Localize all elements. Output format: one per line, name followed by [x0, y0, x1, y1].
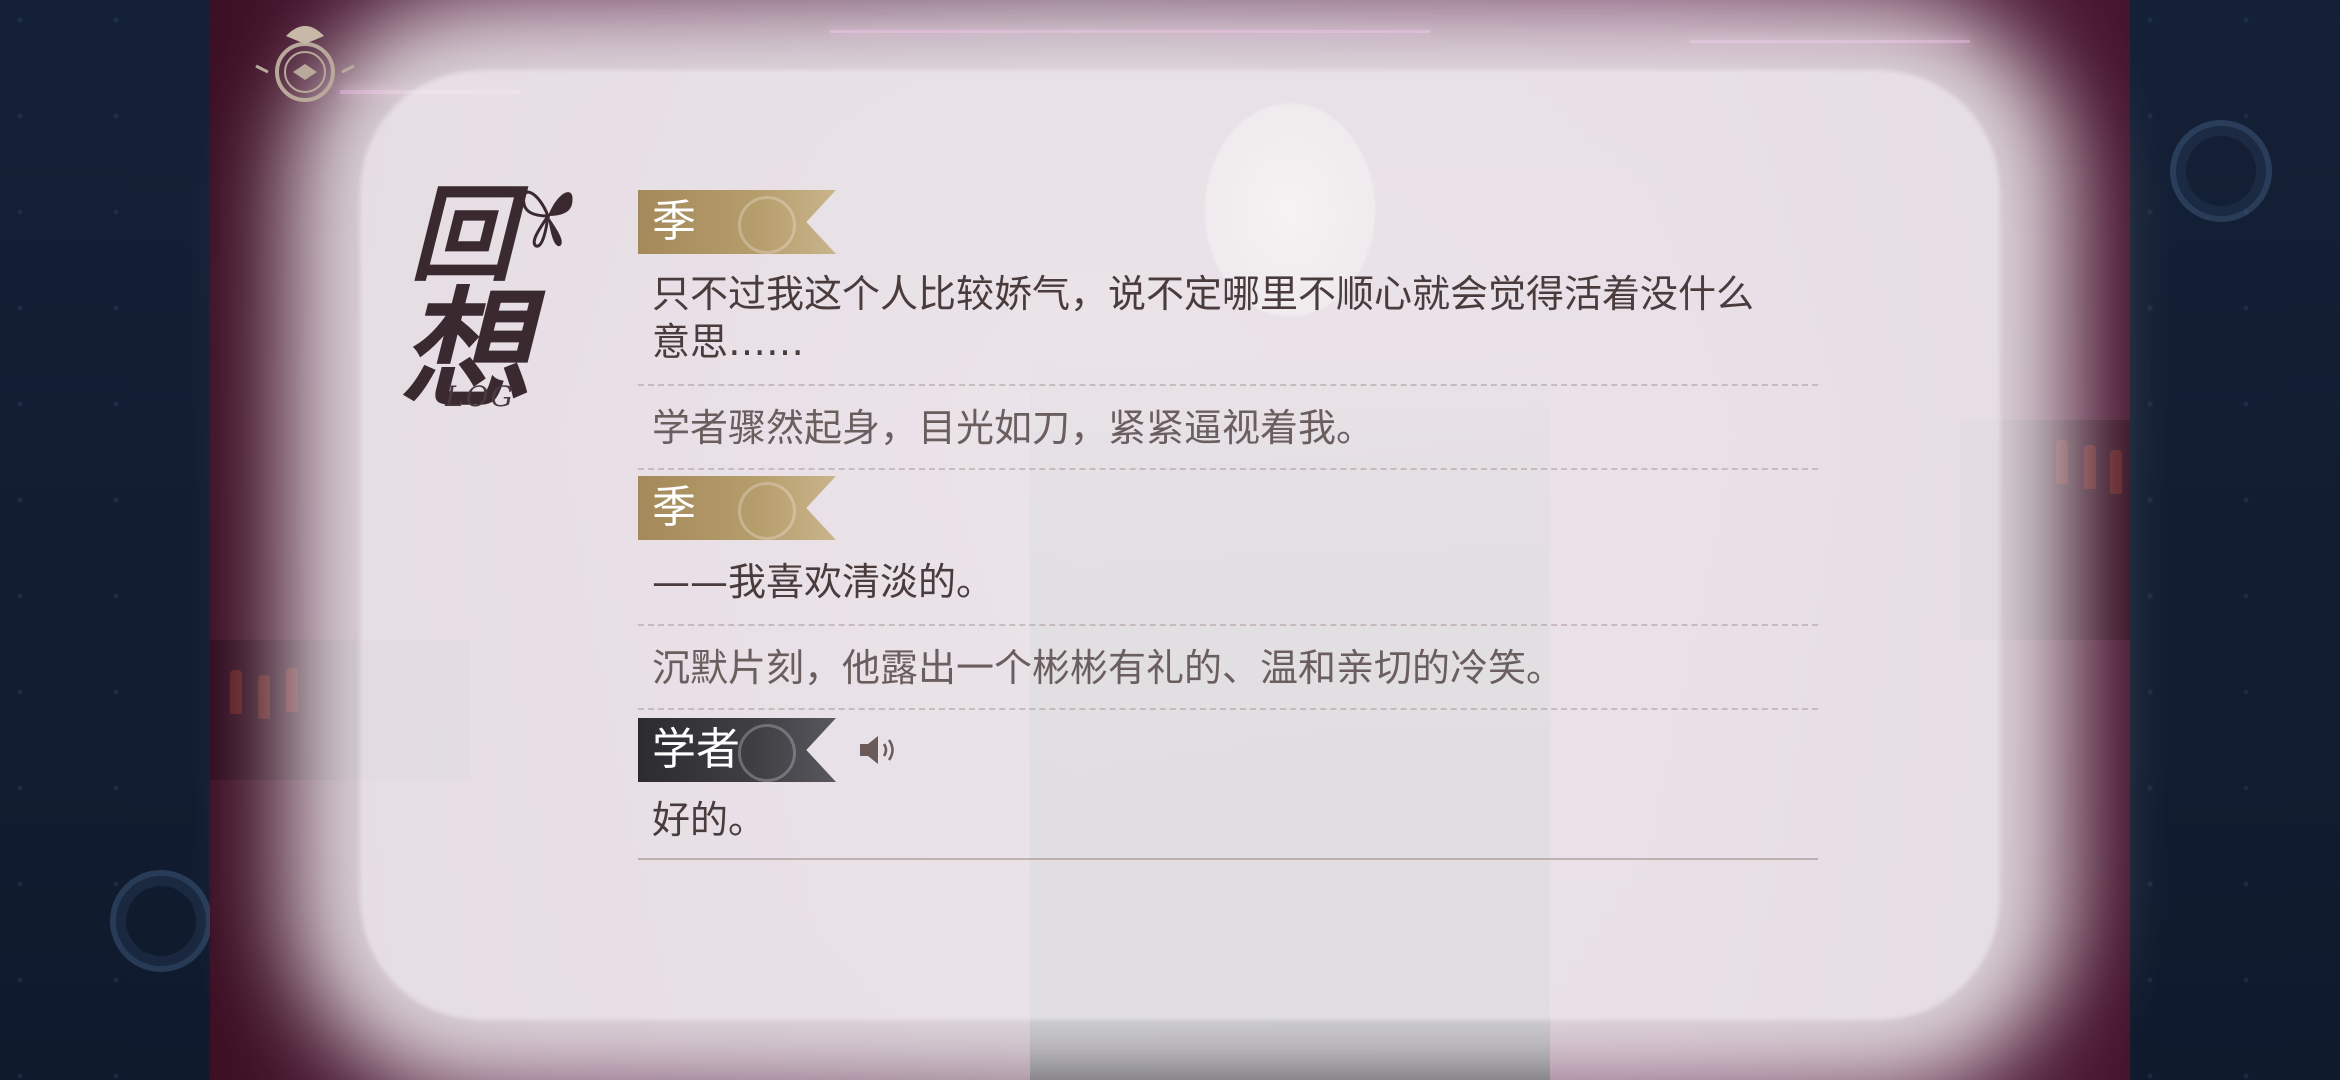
back-menu-button[interactable] [246, 14, 364, 106]
speaker-icon [860, 736, 894, 764]
dialogue-text: 只不过我这个人比较娇气，说不定哪里不顺心就会觉得活着没什么意思…… [652, 272, 1755, 364]
rose-ornament [2170, 120, 2272, 222]
butterfly-icon [521, 190, 573, 248]
speaker-row: 学者 [638, 718, 1818, 782]
bottle [2056, 440, 2068, 484]
right-side-panel [2130, 0, 2340, 1080]
entry-divider [638, 384, 1818, 386]
rose-icon [738, 196, 796, 254]
rose-icon [738, 482, 796, 540]
compass-emblem-icon [255, 26, 355, 102]
log-entry: 季 只不过我这个人比较娇气，说不定哪里不顺心就会觉得活着没什么意思…… [638, 190, 1818, 386]
bottle [258, 675, 270, 719]
log-entry: 沉默片刻，他露出一个彬彬有礼的、温和亲切的冷笑。 [638, 644, 1818, 710]
neon-strip [1690, 40, 1970, 43]
log-list: 季 只不过我这个人比较娇气，说不定哪里不顺心就会觉得活着没什么意思…… 学者骤然… [638, 190, 1818, 860]
log-entry: 学者骤然起身，目光如刀，紧紧逼视着我。 [638, 404, 1818, 470]
bottle [2110, 450, 2122, 494]
left-side-panel [0, 0, 212, 1080]
speaker-row: 季 [638, 476, 1818, 540]
entry-divider [638, 624, 1818, 626]
entry-divider [638, 708, 1818, 710]
voice-replay-button[interactable] [856, 730, 904, 770]
speaker-name: 季 [652, 196, 696, 247]
speaker-name: 季 [652, 482, 696, 533]
rose-ornament [110, 870, 212, 972]
bottle [286, 668, 298, 712]
bottle [2084, 445, 2096, 489]
speaker-row: 季 [638, 190, 1818, 254]
rose-icon [738, 724, 796, 782]
speaker-tag: 季 [638, 476, 836, 540]
speaker-tag: 学者 [638, 718, 836, 782]
speaker-tag: 季 [638, 190, 836, 254]
neon-strip [830, 30, 1430, 33]
dialogue-text: ——我喜欢清淡的。 [652, 560, 995, 604]
log-title: 回 想 LOG [330, 150, 600, 426]
log-entry: 学者 好的。 [638, 718, 1818, 860]
log-entry: 季 ——我喜欢清淡的。 [638, 476, 1818, 626]
speaker-name: 学者 [652, 724, 740, 775]
entry-divider [638, 858, 1818, 860]
bottle [230, 670, 242, 714]
dialogue-text: 好的。 [652, 798, 767, 842]
narration-text: 学者骤然起身，目光如刀，紧紧逼视着我。 [652, 406, 1375, 450]
narration-text: 沉默片刻，他露出一个彬彬有礼的、温和亲切的冷笑。 [652, 646, 1565, 690]
entry-divider [638, 468, 1818, 470]
title-sub: LOG [445, 380, 515, 413]
